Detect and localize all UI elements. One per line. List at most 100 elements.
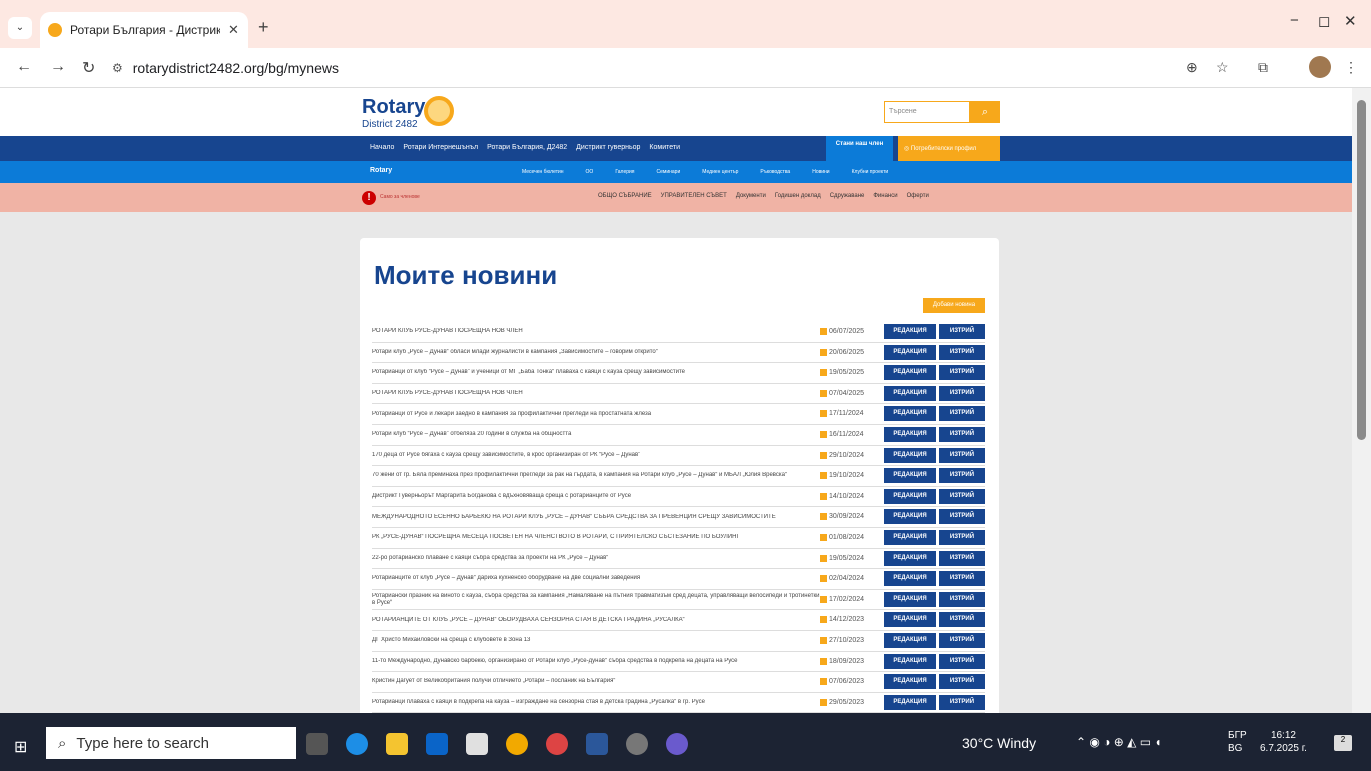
profile-avatar[interactable] bbox=[1309, 56, 1331, 78]
edit-button[interactable]: РЕДАКЦИЯ bbox=[884, 385, 936, 401]
delete-button[interactable]: ИЗТРИЙ bbox=[939, 468, 985, 484]
delete-button[interactable]: ИЗТРИЙ bbox=[939, 550, 985, 566]
edit-button[interactable]: РЕДАКЦИЯ bbox=[884, 571, 936, 587]
edit-button[interactable]: РЕДАКЦИЯ bbox=[884, 406, 936, 422]
edit-button[interactable]: РЕДАКЦИЯ bbox=[884, 694, 936, 710]
nav-item[interactable]: Ротари България, Д2482 bbox=[487, 144, 567, 151]
rotary-logo[interactable]: Rotary District 2482 bbox=[362, 96, 454, 130]
nav2-brand[interactable]: Rotary bbox=[370, 167, 392, 174]
nav-item[interactable]: Начало bbox=[370, 144, 394, 151]
nav3-item[interactable]: ОБЩО СЪБРАНИЕ bbox=[598, 193, 652, 199]
delete-button[interactable]: ИЗТРИЙ bbox=[939, 406, 985, 422]
news-title[interactable]: 170 деца от Русе бягаха с кауза срещу за… bbox=[372, 452, 822, 459]
edit-button[interactable]: РЕДАКЦИЯ bbox=[884, 612, 936, 628]
tab-close-icon[interactable]: ✕ bbox=[228, 22, 239, 38]
browser-tab[interactable]: Ротари България - Дистрикт 2 ✕ bbox=[40, 12, 248, 48]
news-title[interactable]: МЕЖДУНАРОДНОТО ЕСЕННО БАРБЕКЮ НА РОТАРИ … bbox=[372, 514, 822, 521]
bookmark-star-icon[interactable]: ☆ bbox=[1216, 59, 1229, 76]
nav3-item[interactable]: УПРАВИТЕЛЕН СЪВЕТ bbox=[661, 193, 727, 199]
news-title[interactable]: РК „РУСЕ-ДУНАВ“ ПОСРЕЩНА МЕСЕЦА ПОСВЕТЕН… bbox=[372, 534, 822, 541]
news-title[interactable]: РОТАРИ КЛУБ РУСЕ-ДУНАВ ПОСРЕЩНА НОВ ЧЛЕН bbox=[372, 390, 822, 397]
news-title[interactable]: 11-то Международно, Дунавско барбекю, ор… bbox=[372, 658, 822, 665]
profile-button[interactable]: ◎ Потребителски профил bbox=[898, 136, 1000, 161]
delete-button[interactable]: ИЗТРИЙ bbox=[939, 632, 985, 648]
page-scrollbar[interactable] bbox=[1352, 88, 1371, 713]
outlook-icon[interactable] bbox=[426, 733, 448, 755]
app-icon[interactable] bbox=[626, 733, 648, 755]
news-title[interactable]: Ротарианците от клуб „Русе – Дунав“ дари… bbox=[372, 575, 822, 582]
back-icon[interactable]: ← bbox=[16, 58, 32, 76]
reload-icon[interactable]: ↻ bbox=[82, 58, 95, 78]
nav-item[interactable]: Комитети bbox=[649, 144, 680, 151]
nav2-item[interactable]: Семинари bbox=[657, 169, 681, 175]
address-bar[interactable]: ⚙ rotarydistrict2482.org/bg/mynews bbox=[112, 54, 1212, 82]
delete-button[interactable]: ИЗТРИЙ bbox=[939, 324, 985, 339]
news-title[interactable]: Ротарианци от клуб “Русе – Дунав” и учен… bbox=[372, 369, 822, 376]
nav3-item[interactable]: Документи bbox=[736, 193, 766, 199]
delete-button[interactable]: ИЗТРИЙ bbox=[939, 385, 985, 401]
close-window-button[interactable]: ✕ bbox=[1344, 12, 1357, 30]
delete-button[interactable]: ИЗТРИЙ bbox=[939, 612, 985, 628]
new-tab-button[interactable]: + bbox=[258, 17, 269, 38]
nav3-item[interactable]: Финанси bbox=[873, 193, 897, 199]
news-title[interactable]: Ротари клуб “Русе – Дунав” отбеляза 20 г… bbox=[372, 431, 822, 438]
zoom-icon[interactable]: ⊕ bbox=[1186, 59, 1198, 76]
news-title[interactable]: Дистрикт Гуверньорът Маргарита Богданова… bbox=[372, 493, 822, 500]
nav2-item[interactable]: Ръководства bbox=[760, 169, 790, 175]
news-title[interactable]: 70 жени от гр. Бяла преминаха през профи… bbox=[372, 472, 822, 479]
news-title[interactable]: Кристин Дагует от Великобритания получи … bbox=[372, 678, 822, 685]
news-title[interactable]: РОТАРИАНЦИТЕ ОТ КЛУБ „РУСЕ – ДУНАВ“ ОБОР… bbox=[372, 617, 822, 624]
system-tray-icons[interactable]: ⌃ ◉ ◑ ⊕ ◭ ▭ ◖ bbox=[1076, 735, 1162, 749]
edit-button[interactable]: РЕДАКЦИЯ bbox=[884, 365, 936, 381]
nav3-item[interactable]: Сдружаване bbox=[830, 193, 865, 199]
nav-item[interactable]: Дистрикт гуверньор bbox=[576, 144, 640, 151]
taskbar-search[interactable]: ⌕ Type here to search bbox=[46, 727, 296, 759]
edit-button[interactable]: РЕДАКЦИЯ bbox=[884, 488, 936, 504]
nav2-item[interactable]: Месечен бюлетин bbox=[522, 169, 564, 175]
news-title[interactable]: Ротари клуб „Русе – Дунав“ обласи млади … bbox=[372, 349, 822, 356]
delete-button[interactable]: ИЗТРИЙ bbox=[939, 694, 985, 710]
store-icon[interactable] bbox=[466, 733, 488, 755]
weather-widget[interactable]: 30°C Windy bbox=[962, 735, 1036, 751]
chrome-icon[interactable] bbox=[506, 733, 528, 755]
edit-button[interactable]: РЕДАКЦИЯ bbox=[884, 550, 936, 566]
nav2-item[interactable]: ОО bbox=[586, 169, 594, 175]
news-title[interactable]: ДГ Христо Михайловски на среща с клубове… bbox=[372, 637, 822, 644]
delete-button[interactable]: ИЗТРИЙ bbox=[939, 571, 985, 587]
nav2-item[interactable]: Галерия bbox=[615, 169, 634, 175]
clock[interactable]: 16:12 6.7.2025 г. bbox=[1260, 729, 1307, 755]
tab-search-button[interactable]: ⌄ bbox=[8, 17, 32, 39]
delete-button[interactable]: ИЗТРИЙ bbox=[939, 529, 985, 545]
delete-button[interactable]: ИЗТРИЙ bbox=[939, 509, 985, 525]
search-icon[interactable]: ⌕ bbox=[970, 101, 1000, 123]
news-title[interactable]: РОТАРИ КЛУБ РУСЕ-ДУНАВ ПОСРЕЩНА НОВ ЧЛЕН bbox=[372, 328, 822, 335]
chrome-profile-icon[interactable] bbox=[546, 733, 568, 755]
edit-button[interactable]: РЕДАКЦИЯ bbox=[884, 344, 936, 360]
delete-button[interactable]: ИЗТРИЙ bbox=[939, 447, 985, 463]
edge-icon[interactable] bbox=[346, 733, 368, 755]
news-title[interactable]: 22-ро ротарианско плаване с каяци събра … bbox=[372, 555, 822, 562]
edit-button[interactable]: РЕДАКЦИЯ bbox=[884, 426, 936, 442]
delete-button[interactable]: ИЗТРИЙ bbox=[939, 365, 985, 381]
delete-button[interactable]: ИЗТРИЙ bbox=[939, 653, 985, 669]
add-news-button[interactable]: Добави новина bbox=[923, 298, 985, 313]
edit-button[interactable]: РЕДАКЦИЯ bbox=[884, 591, 936, 607]
edit-button[interactable]: РЕДАКЦИЯ bbox=[884, 468, 936, 484]
task-view-icon[interactable] bbox=[306, 733, 328, 755]
edit-button[interactable]: РЕДАКЦИЯ bbox=[884, 674, 936, 690]
news-title[interactable]: Ротарианци от Русе и лекари заедно в кам… bbox=[372, 411, 822, 418]
delete-button[interactable]: ИЗТРИЙ bbox=[939, 591, 985, 607]
file-explorer-icon[interactable] bbox=[386, 733, 408, 755]
delete-button[interactable]: ИЗТРИЙ bbox=[939, 488, 985, 504]
nav2-item[interactable]: Медиен център bbox=[702, 169, 738, 175]
delete-button[interactable]: ИЗТРИЙ bbox=[939, 344, 985, 360]
edit-button[interactable]: РЕДАКЦИЯ bbox=[884, 653, 936, 669]
extensions-icon[interactable]: ⧉ bbox=[1258, 59, 1268, 76]
edit-button[interactable]: РЕДАКЦИЯ bbox=[884, 447, 936, 463]
language-indicator[interactable]: БГР BG bbox=[1228, 729, 1247, 755]
word-icon[interactable] bbox=[586, 733, 608, 755]
notification-icon[interactable]: 2 bbox=[1334, 735, 1352, 751]
nav-item[interactable]: Ротари Интернешънъл bbox=[403, 144, 478, 151]
nav3-item[interactable]: Годишен доклад bbox=[775, 193, 821, 199]
forward-icon[interactable]: → bbox=[50, 58, 66, 76]
